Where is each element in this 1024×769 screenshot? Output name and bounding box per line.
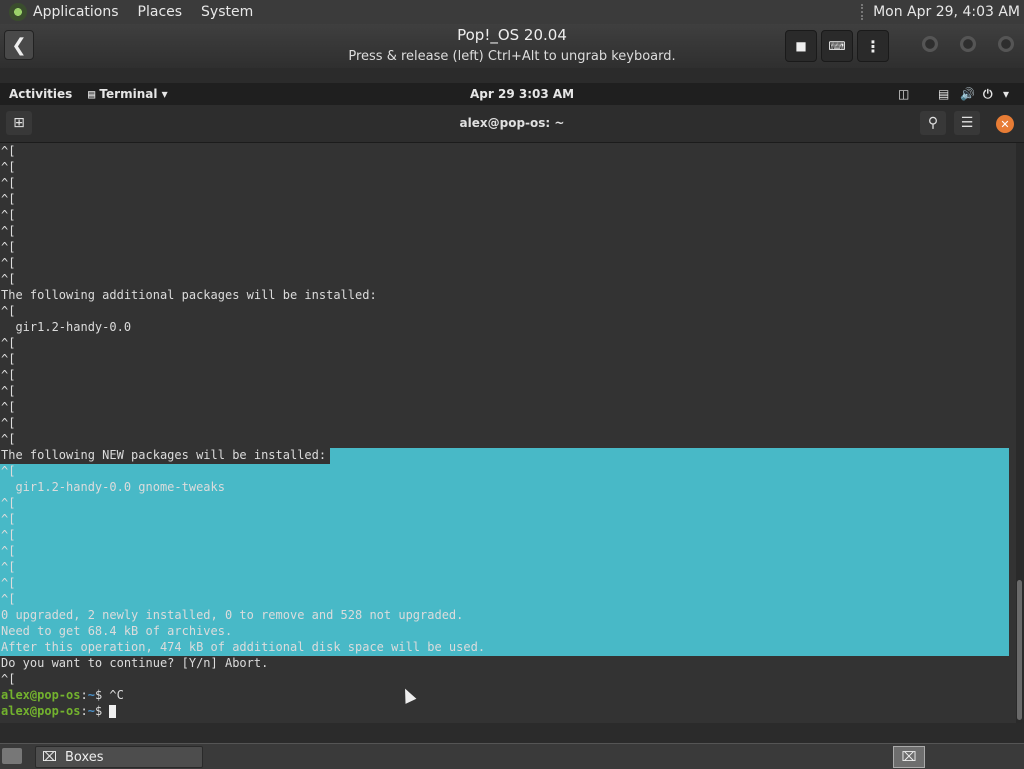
terminal-line: gir1.2-handy-0.0 — [1, 320, 132, 334]
menu-system[interactable]: System — [201, 4, 253, 20]
terminal-line: ^[ — [1, 160, 16, 174]
guest-top-bar: Activities ▤ Terminal ▾ Apr 29 3:03 AM ◫… — [0, 83, 1024, 105]
terminal-line: ^[ — [1, 208, 16, 222]
terminal-line: ^[ — [1, 240, 16, 254]
terminal-line: ^[ — [1, 512, 16, 526]
panel-separator — [861, 4, 865, 20]
search-button[interactable]: ⚲ — [920, 111, 946, 135]
workspace-switcher-icon[interactable]: ⌧ — [893, 746, 925, 768]
close-window-button[interactable] — [998, 36, 1014, 52]
system-menu-chevron-icon[interactable]: ▾ — [1003, 87, 1009, 101]
activities-button[interactable]: Activities — [9, 87, 72, 101]
terminal-icon: ▤ — [88, 87, 96, 101]
terminal-line: ^[ — [1, 352, 16, 366]
prompt-command: ^C — [109, 688, 124, 702]
terminal-headerbar: ⊞ alex@pop-os: ~ ⚲ ☰ — [0, 105, 1024, 143]
hamburger-icon: ☰ — [960, 115, 974, 131]
terminal-line: ^[ — [1, 176, 16, 190]
terminal-line: ^[ — [1, 576, 16, 590]
guest-clock[interactable]: Apr 29 3:03 AM — [470, 87, 574, 101]
terminal-line: ^[ — [1, 672, 16, 686]
keyboard-icon: ⌨ — [828, 39, 846, 53]
terminal-line: ^[ — [1, 384, 16, 398]
prompt-line-active[interactable]: alex@pop-os:~$ — [1, 703, 485, 719]
stop-icon: ■ — [795, 39, 807, 53]
terminal-line: ^[ — [1, 416, 16, 430]
terminal-line: Need to get 68.4 kB of archives. — [1, 624, 233, 638]
kebab-menu-icon: ⋮ — [865, 36, 881, 56]
terminal-line: The following additional packages will b… — [1, 288, 377, 302]
boxes-headerbar: ❮ Pop!_OS 20.04 Press & release (left) C… — [0, 24, 1024, 69]
header-gap — [0, 68, 1024, 83]
terminal-title: alex@pop-os: ~ — [459, 116, 565, 130]
power-icon[interactable]: ⏻ — [983, 87, 993, 102]
show-desktop-icon[interactable] — [2, 748, 22, 764]
terminal-line: ^[ — [1, 560, 16, 574]
terminal-line: ^[ — [1, 464, 16, 478]
terminal-line: ^[ — [1, 544, 16, 558]
stop-button[interactable]: ■ — [785, 30, 817, 62]
terminal-line: ^[ — [1, 192, 16, 206]
menu-button[interactable]: ⋮ — [857, 30, 889, 62]
terminal-line: The following NEW packages will be insta… — [1, 448, 327, 462]
chevron-down-icon: ▾ — [161, 87, 168, 101]
network-icon[interactable]: ▤ — [938, 87, 949, 101]
host-taskbar: ⌧ Boxes ⌧ — [0, 743, 1024, 769]
prompt-path: ~ — [87, 688, 95, 702]
text-cursor — [109, 705, 117, 718]
terminal-line: 0 upgraded, 2 newly installed, 0 to remo… — [1, 608, 464, 622]
taskbar-item-boxes[interactable]: ⌧ Boxes — [35, 746, 203, 768]
scrollbar-thumb[interactable] — [1017, 580, 1022, 720]
terminal-line: ^[ — [1, 256, 16, 270]
search-icon: ⚲ — [927, 115, 939, 131]
terminal-line: ^[ — [1, 224, 16, 238]
terminal-line: ^[ — [1, 592, 16, 606]
menu-places[interactable]: Places — [138, 4, 183, 20]
terminal-line: gir1.2-handy-0.0 gnome-tweaks — [1, 480, 225, 494]
volume-icon[interactable]: 🔊 — [960, 87, 975, 101]
boxes-icon: ⌧ — [42, 749, 57, 765]
terminal-line: ^[ — [1, 432, 16, 446]
host-clock[interactable]: Mon Apr 29, 4:03 AM — [873, 4, 1020, 20]
terminal-line: Do you want to continue? [Y/n] Abort. — [1, 656, 269, 670]
maximize-window-button[interactable] — [960, 36, 976, 52]
menu-applications[interactable]: Applications — [33, 4, 119, 20]
terminal-line: After this operation, 474 kB of addition… — [1, 640, 486, 654]
terminal-line: ^[ — [1, 272, 16, 286]
terminal-line: ^[ — [1, 368, 16, 382]
prompt-user: alex@pop-os — [1, 704, 81, 718]
terminal-line: ^[ — [1, 528, 16, 542]
prompt-path: ~ — [87, 704, 95, 718]
keyboard-button[interactable]: ⌨ — [821, 30, 853, 62]
terminal-output[interactable]: ^[ ^[ ^[ ^[ ^[ ^[ ^[ ^[ ^[ The following… — [0, 143, 1016, 723]
terminal-line: ^[ — [1, 144, 16, 158]
host-top-panel: Applications Places System Mon Apr 29, 4… — [0, 0, 1024, 24]
mate-logo-icon[interactable] — [9, 3, 27, 21]
terminal-line: ^[ — [1, 336, 16, 350]
terminal-line: ^[ — [1, 304, 16, 318]
screen-icon[interactable]: ◫ — [898, 87, 909, 101]
taskbar-item-label: Boxes — [64, 749, 104, 765]
terminal-lines: ^[ ^[ ^[ ^[ ^[ ^[ ^[ ^[ ^[ The following… — [1, 143, 485, 719]
app-menu-label: Terminal — [99, 87, 158, 101]
terminal-line: ^[ — [1, 400, 16, 414]
terminal-line: ^[ — [1, 496, 16, 510]
minimize-window-button[interactable] — [922, 36, 938, 52]
close-icon: ✕ — [1000, 117, 1010, 131]
terminal-app-menu[interactable]: ▤ Terminal ▾ — [88, 87, 168, 101]
hamburger-menu-button[interactable]: ☰ — [954, 111, 980, 135]
prompt-user: alex@pop-os — [1, 688, 81, 702]
terminal-close-button[interactable]: ✕ — [996, 115, 1014, 133]
